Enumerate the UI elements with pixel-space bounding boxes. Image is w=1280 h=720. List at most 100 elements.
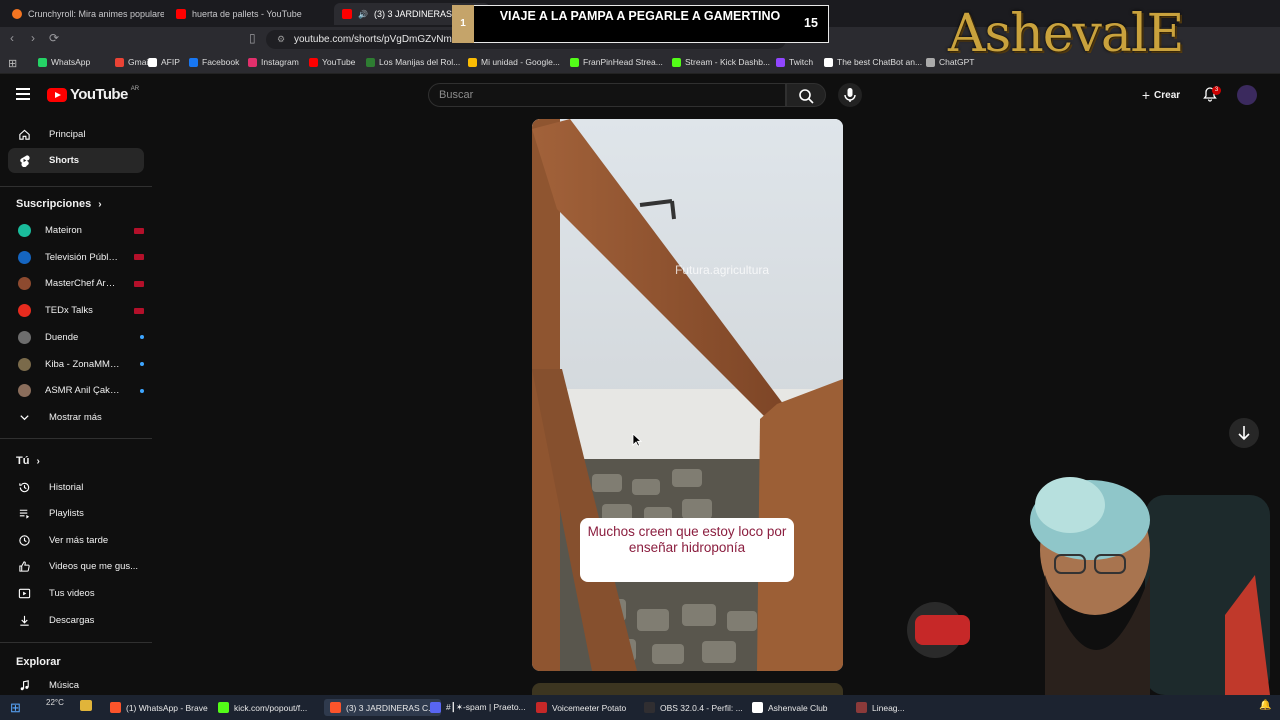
account-avatar[interactable] [1237, 85, 1257, 105]
bookmark-label: Facebook [202, 57, 240, 67]
subscription-item[interactable]: Televisión Pública [8, 245, 144, 270]
taskbar-app[interactable]: kick.com/popout/f... [218, 699, 307, 716]
shorts-icon [20, 155, 30, 167]
channel-name: Duende [45, 331, 79, 343]
bookmark-item[interactable]: YouTube [309, 57, 355, 67]
you-heading[interactable]: Tú › [16, 455, 40, 467]
bookmark-label: The best ChatBot an... [837, 57, 923, 67]
sidebar-item-ver-mas-tarde[interactable]: Ver más tarde [8, 528, 144, 553]
live-indicator-icon [134, 307, 144, 314]
next-short-button[interactable] [1229, 418, 1259, 448]
create-button[interactable]: + Crear [1134, 84, 1188, 106]
show-more-button[interactable]: Mostrar más [8, 405, 144, 430]
sidebar-item-descargas[interactable]: Descargas [8, 608, 144, 633]
taskbar-app[interactable]: Voicemeeter Potato [536, 699, 626, 716]
bookmark-favicon-icon [189, 57, 198, 67]
history-icon [19, 482, 30, 493]
streamer-webcam-image [907, 477, 1270, 695]
bookmark-item[interactable]: Los Manijas del Rol... [366, 57, 460, 67]
bookmark-item[interactable]: FranPinHead Strea... [570, 57, 663, 67]
search-button[interactable] [786, 83, 826, 107]
bookmark-item[interactable]: The best ChatBot an... [824, 57, 922, 67]
bookmark-favicon-icon [776, 57, 785, 67]
bookmark-item[interactable]: Gmail [115, 57, 150, 67]
reload-icon[interactable]: ⟳ [49, 31, 59, 45]
taskbar-app[interactable]: OBS 32.0.4 - Perfil: ... [644, 699, 743, 716]
sidebar-divider [0, 438, 152, 439]
sidebar-divider [0, 186, 152, 187]
bookmark-item[interactable]: Mi unidad - Google... [468, 57, 560, 67]
site-info-icon[interactable]: ⚙ [277, 34, 285, 45]
channel-avatar [18, 357, 31, 371]
taskbar-app-label: (1) WhatsApp - Brave [126, 702, 208, 713]
taskbar-app[interactable]: Ashenvale Club [752, 699, 828, 716]
app-icon [218, 702, 229, 713]
bookmark-item[interactable]: Instagram [248, 57, 299, 67]
video-caption: Muchos creen que estoy loco por enseñar … [580, 518, 794, 582]
sidebar-item-label: Descargas [49, 615, 95, 626]
taskbar-app[interactable]: (1) WhatsApp - Brave [110, 699, 208, 716]
bookmark-item[interactable]: Twitch [776, 57, 813, 67]
search-input[interactable]: Buscar [428, 83, 786, 107]
voice-search-button[interactable] [838, 83, 862, 107]
chevron-right-icon: › [98, 199, 102, 210]
taskbar-app[interactable]: #┃✶-spam | Praeto... [430, 699, 526, 716]
explore-heading: Explorar [16, 656, 61, 668]
youtube-icon [176, 9, 186, 19]
taskbar-app[interactable]: Lineag... [856, 699, 905, 716]
sidebar-item-shorts[interactable]: Shorts [8, 148, 144, 173]
app-icon [110, 702, 121, 713]
sidebar-item-playlists[interactable]: Playlists [8, 501, 144, 526]
channel-brand-logo: AshevalE [948, 4, 1184, 64]
start-menu-icon[interactable]: ⊞ [10, 700, 21, 716]
sidebar-item-principal[interactable]: Principal [8, 122, 144, 147]
channel-avatar [18, 330, 31, 344]
sidebar-item-historial[interactable]: Historial [8, 475, 144, 500]
stream-title-number: 1 [452, 5, 474, 43]
notification-icon[interactable]: 🔔 [1259, 700, 1271, 711]
bookmark-item[interactable]: WhatsApp [38, 57, 90, 67]
subscriptions-heading[interactable]: Suscripciones › [16, 198, 102, 210]
app-icon [856, 702, 867, 713]
bookmark-item[interactable]: AFIP [148, 57, 180, 67]
bookmark-label: Los Manijas del Rol... [379, 57, 461, 67]
new-content-dot-icon [140, 362, 144, 366]
subscription-item[interactable]: TEDx Talks [8, 298, 144, 323]
playlist-icon [19, 509, 30, 519]
subscription-item[interactable]: ASMR Anil Çakm... [8, 378, 144, 403]
bookmark-icon[interactable]: ▯ [249, 31, 256, 45]
video-icon [18, 588, 31, 599]
live-indicator-icon [134, 280, 144, 287]
file-explorer-icon[interactable] [80, 700, 92, 711]
back-icon[interactable]: ‹ [10, 31, 14, 45]
weather-widget[interactable]: 22°C [46, 698, 64, 707]
sidebar-item-label: Videos que me gus... [49, 561, 139, 572]
music-icon [20, 680, 29, 691]
bookmark-label: Instagram [261, 57, 299, 67]
forward-icon[interactable]: › [31, 31, 35, 45]
short-video-player[interactable] [532, 119, 843, 671]
browser-tab[interactable]: huerta de pallets - YouTube [168, 3, 330, 25]
sidebar-item-tus-videos[interactable]: Tus videos [8, 581, 144, 606]
new-content-dot-icon [140, 388, 144, 393]
subscription-item[interactable]: Kiba - ZonaMMO... [8, 352, 144, 377]
subscription-item[interactable]: Duende [8, 325, 144, 350]
subscription-item[interactable]: Mateiron [8, 218, 144, 243]
bookmark-favicon-icon [248, 57, 257, 67]
bookmark-favicon-icon [366, 57, 375, 67]
crunchyroll-icon [12, 9, 22, 19]
subscription-item[interactable]: MasterChef Arge... [8, 271, 144, 296]
hamburger-menu-icon[interactable] [16, 88, 30, 100]
bookmark-item[interactable]: Facebook [189, 57, 239, 67]
sidebar-item-liked-videos[interactable]: Videos que me gus... [8, 554, 144, 579]
microphone-icon [844, 88, 856, 102]
thumbs-up-icon [19, 561, 30, 572]
apps-grid-icon[interactable]: ⊞ [8, 57, 17, 70]
browser-tab[interactable]: Crunchyroll: Mira animes populares, [4, 3, 164, 25]
taskbar-app[interactable]: (3) 3 JARDINERAS C... [324, 699, 442, 716]
tab-title: Crunchyroll: Mira animes populares, [28, 9, 164, 19]
audio-icon[interactable]: 🔊 [358, 10, 368, 19]
youtube-logo[interactable]: YouTube AR [47, 86, 139, 103]
bookmark-item[interactable]: Stream - Kick Dashb... [672, 57, 770, 67]
bookmark-favicon-icon [468, 57, 477, 67]
